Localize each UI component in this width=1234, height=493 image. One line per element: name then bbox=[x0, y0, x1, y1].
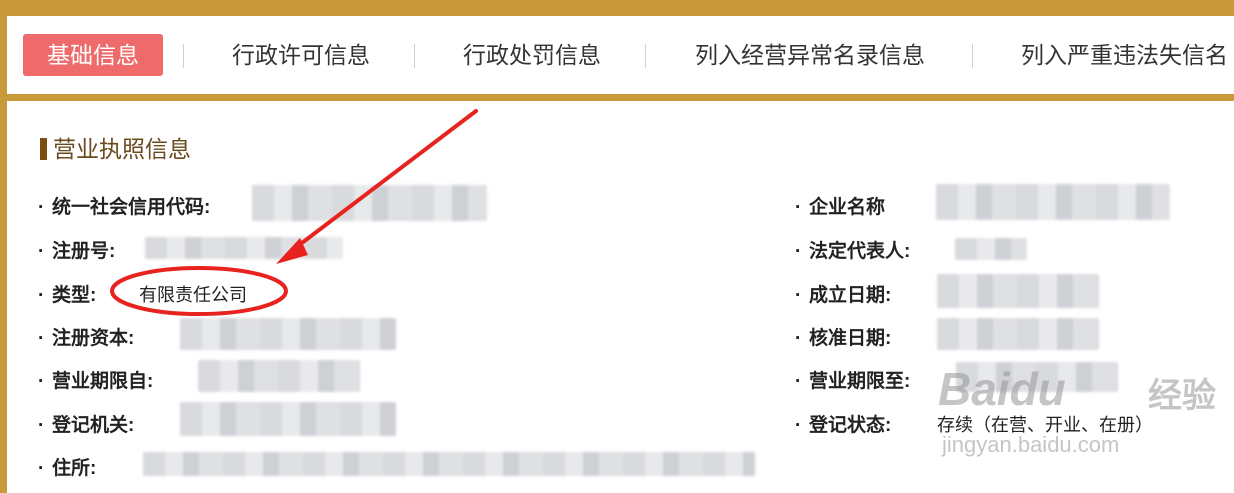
watermark-sub: 经验 bbox=[1148, 377, 1216, 415]
red-circle-annotation bbox=[110, 266, 288, 316]
baidu-jingyan-watermark: Baidu 经验 jingyan.baidu.com bbox=[930, 362, 1230, 472]
red-arrow-annotation bbox=[276, 109, 478, 264]
watermark-brand: Baidu bbox=[938, 363, 1066, 415]
watermark-url: jingyan.baidu.com bbox=[942, 432, 1120, 457]
